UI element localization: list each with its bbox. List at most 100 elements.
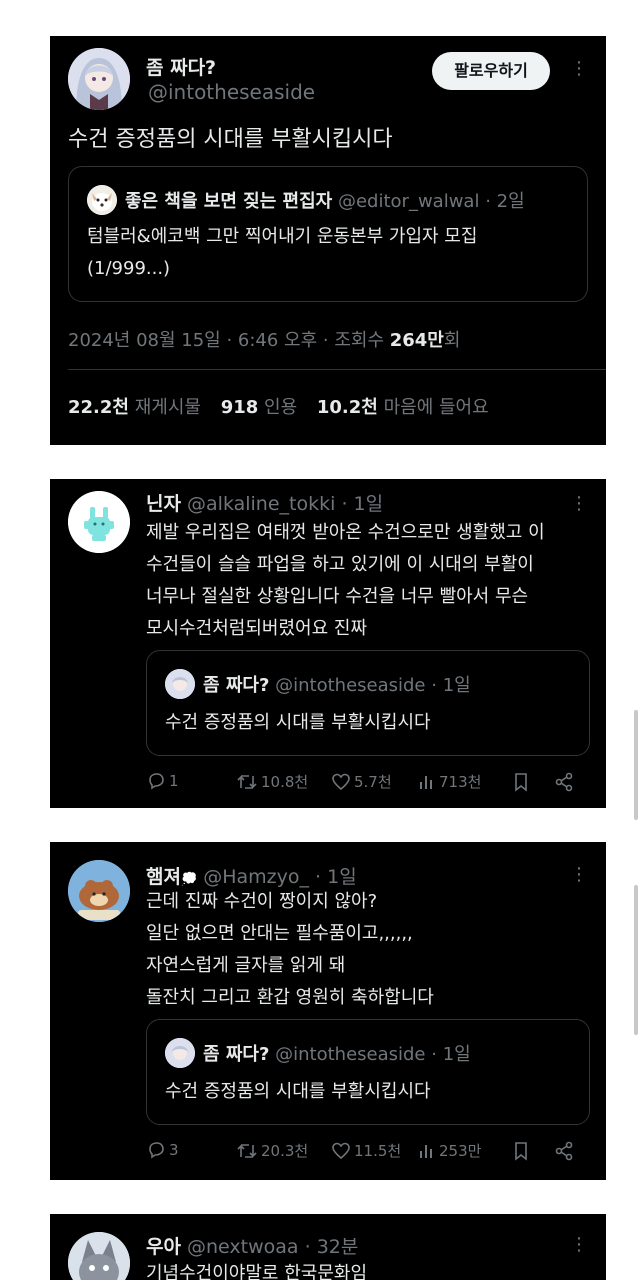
quote-count: 918 (220, 397, 259, 418)
retweet-button[interactable]: 10.8천 (236, 771, 308, 792)
more-icon[interactable]: ⋮ (570, 60, 588, 78)
reply-count: 1 (169, 772, 179, 790)
views-icon (420, 775, 432, 789)
like-button[interactable]: 5.7천 (331, 771, 392, 792)
follow-button[interactable]: 팔로우하기 (432, 52, 550, 90)
scrollbar[interactable] (634, 885, 638, 1035)
heart-icon (332, 1142, 350, 1159)
views-icon (420, 1144, 432, 1158)
more-icon[interactable]: ⋮ (570, 1236, 588, 1254)
avatar[interactable] (68, 48, 130, 110)
quote-label: 인용 (264, 397, 298, 418)
tweet-text-line: 제발 우리집은 여태껏 받아온 수건으로만 생활했고 이 (146, 522, 545, 543)
reply-button[interactable]: 3 (146, 1140, 179, 1160)
timestamp: · 2일 (485, 191, 525, 212)
retweet-label: 재게시물 (134, 397, 201, 418)
view-count: 253만 (439, 1142, 482, 1160)
reply-button[interactable]: 1 (146, 771, 179, 791)
timestamp[interactable]: · 1일 (315, 866, 357, 888)
quote-text-line: (1/999...) (87, 258, 171, 279)
reply-tweet[interactable]: 햄져💭 @Hamzyo_ · 1일 ⋮ 근데 진짜 수건이 짱이지 않아? 일단… (50, 842, 606, 1180)
main-tweet: 좀 짜다? @intotheseaside 팔로우하기 ⋮ 수건 증정품의 시대… (50, 36, 606, 445)
timestamp[interactable]: · 1일 (341, 493, 383, 515)
view-count: 264만 (389, 330, 444, 351)
avatar (87, 185, 117, 215)
handle[interactable]: @intotheseaside (148, 80, 315, 104)
timestamp[interactable]: 2024년 08월 15일 · 6:46 오후 · 조회수 (68, 330, 390, 351)
tweet-meta: 2024년 08월 15일 · 6:46 오후 · 조회수 264만회 (68, 326, 460, 352)
avatar (165, 669, 195, 699)
avatar (165, 1038, 195, 1068)
heart-icon (332, 773, 350, 790)
avatar[interactable] (68, 860, 130, 922)
action-bar: 1 10.8천 5.7천 713천 (146, 771, 576, 795)
retweet-stat[interactable]: 22.2천 재게시물 (68, 397, 201, 418)
views-button[interactable]: 713천 (418, 771, 481, 792)
quoted-tweet[interactable]: 좀 짜다? @intotheseaside · 1일 수건 증정품의 시대를 부… (146, 650, 590, 756)
handle[interactable]: @Hamzyo_ (203, 866, 309, 888)
like-count: 10.2천 (316, 397, 378, 418)
reply-tweet[interactable]: 우아 @nextwoaa · 32분 ⋮ 기념수건이야말로 한국문화임 (50, 1214, 606, 1280)
tweet-text-line: 돌잔치 그리고 환갑 영원히 축하합니다 (146, 987, 434, 1008)
retweet-count: 22.2천 (68, 397, 129, 418)
display-name[interactable]: 닌자 (146, 493, 181, 515)
handle: @intotheseaside (275, 1044, 426, 1065)
tweet-text-line: 너무나 절실한 상황입니다 수건을 너무 빨아서 무슨 (146, 586, 529, 607)
retweet-icon (237, 774, 257, 789)
share-icon[interactable] (554, 1141, 574, 1161)
views-button[interactable]: 253만 (418, 1140, 481, 1161)
tweet-text-line: 수건들이 슬슬 파업을 하고 있기에 이 시대의 부활이 (146, 554, 534, 575)
quoted-tweet[interactable]: 좋은 책을 보면 짖는 편집자 @editor_walwal · 2일 텀블러&… (68, 166, 588, 302)
tweet-text-line: 기념수건이야말로 한국문화임 (146, 1263, 368, 1280)
quote-stat[interactable]: 918 인용 (221, 397, 297, 418)
share-icon[interactable] (554, 772, 574, 792)
display-name: 좀 짜다? (203, 675, 270, 696)
reply-count: 3 (169, 1141, 179, 1159)
more-icon[interactable]: ⋮ (570, 866, 588, 884)
retweet-count: 10.8천 (261, 773, 309, 791)
retweet-icon (237, 1143, 257, 1158)
reply-tweet[interactable]: 닌자 @alkaline_tokki · 1일 ⋮ 제발 우리집은 여태껏 받아… (50, 479, 606, 808)
timestamp: · 1일 (431, 675, 471, 696)
view-count-suffix: 회 (443, 330, 461, 351)
tweet-text-line: 근데 진짜 수건이 짱이지 않아? (146, 891, 378, 912)
bookmark-icon[interactable] (512, 772, 530, 792)
quote-text-line: 텀블러&에코백 그만 찍어내기 운동본부 가입자 모집 (87, 226, 478, 247)
timestamp[interactable]: · 32분 (305, 1236, 359, 1258)
timestamp: · 1일 (431, 1044, 471, 1065)
like-label: 마음에 들어요 (383, 397, 489, 418)
handle: @intotheseaside (275, 675, 426, 696)
retweet-button[interactable]: 20.3천 (236, 1140, 308, 1161)
view-count: 713천 (439, 773, 482, 791)
like-count: 11.5천 (354, 1142, 402, 1160)
quote-text: 수건 증정품의 시대를 부활시킵시다 (165, 712, 431, 733)
tweet-text-line: 자연스럽게 글자를 읽게 돼 (146, 955, 346, 976)
display-name: 좋은 책을 보면 짖는 편집자 (125, 191, 333, 212)
reply-icon (149, 1142, 164, 1159)
handle[interactable]: @alkaline_tokki (187, 493, 335, 515)
tweet-text: 수건 증정품의 시대를 부활시킵시다 (68, 127, 393, 152)
more-icon[interactable]: ⋮ (570, 495, 588, 513)
avatar[interactable] (68, 491, 130, 553)
display-name[interactable]: 좀 짜다? (146, 57, 216, 79)
handle: @editor_walwal (337, 191, 480, 212)
reply-icon (149, 773, 164, 790)
thought-bubble-icon: 💭 (180, 872, 198, 887)
like-button[interactable]: 11.5천 (331, 1140, 401, 1161)
like-count: 5.7천 (354, 773, 392, 791)
like-stat[interactable]: 10.2천 마음에 들어요 (317, 397, 489, 418)
quote-text: 수건 증정품의 시대를 부활시킵시다 (165, 1081, 431, 1102)
display-name: 좀 짜다? (203, 1044, 270, 1065)
avatar[interactable] (68, 1232, 130, 1280)
tweet-text-line: 모시수건처럼되버렸어요 진짜 (146, 618, 368, 639)
quoted-tweet[interactable]: 좀 짜다? @intotheseaside · 1일 수건 증정품의 시대를 부… (146, 1019, 590, 1125)
tweet-text-line: 일단 없으면 안대는 필수품이고,,,,,, (146, 923, 413, 944)
retweet-count: 20.3천 (261, 1142, 309, 1160)
scrollbar[interactable] (634, 710, 638, 820)
display-name[interactable]: 우아 (146, 1236, 181, 1258)
action-bar: 3 20.3천 11.5천 253만 (146, 1140, 576, 1164)
display-name[interactable]: 햄져 (146, 866, 181, 888)
handle[interactable]: @nextwoaa (187, 1236, 299, 1258)
bookmark-icon[interactable] (512, 1141, 530, 1161)
engagement-stats: 22.2천 재게시물 918 인용 10.2천 마음에 들어요 (68, 393, 489, 419)
